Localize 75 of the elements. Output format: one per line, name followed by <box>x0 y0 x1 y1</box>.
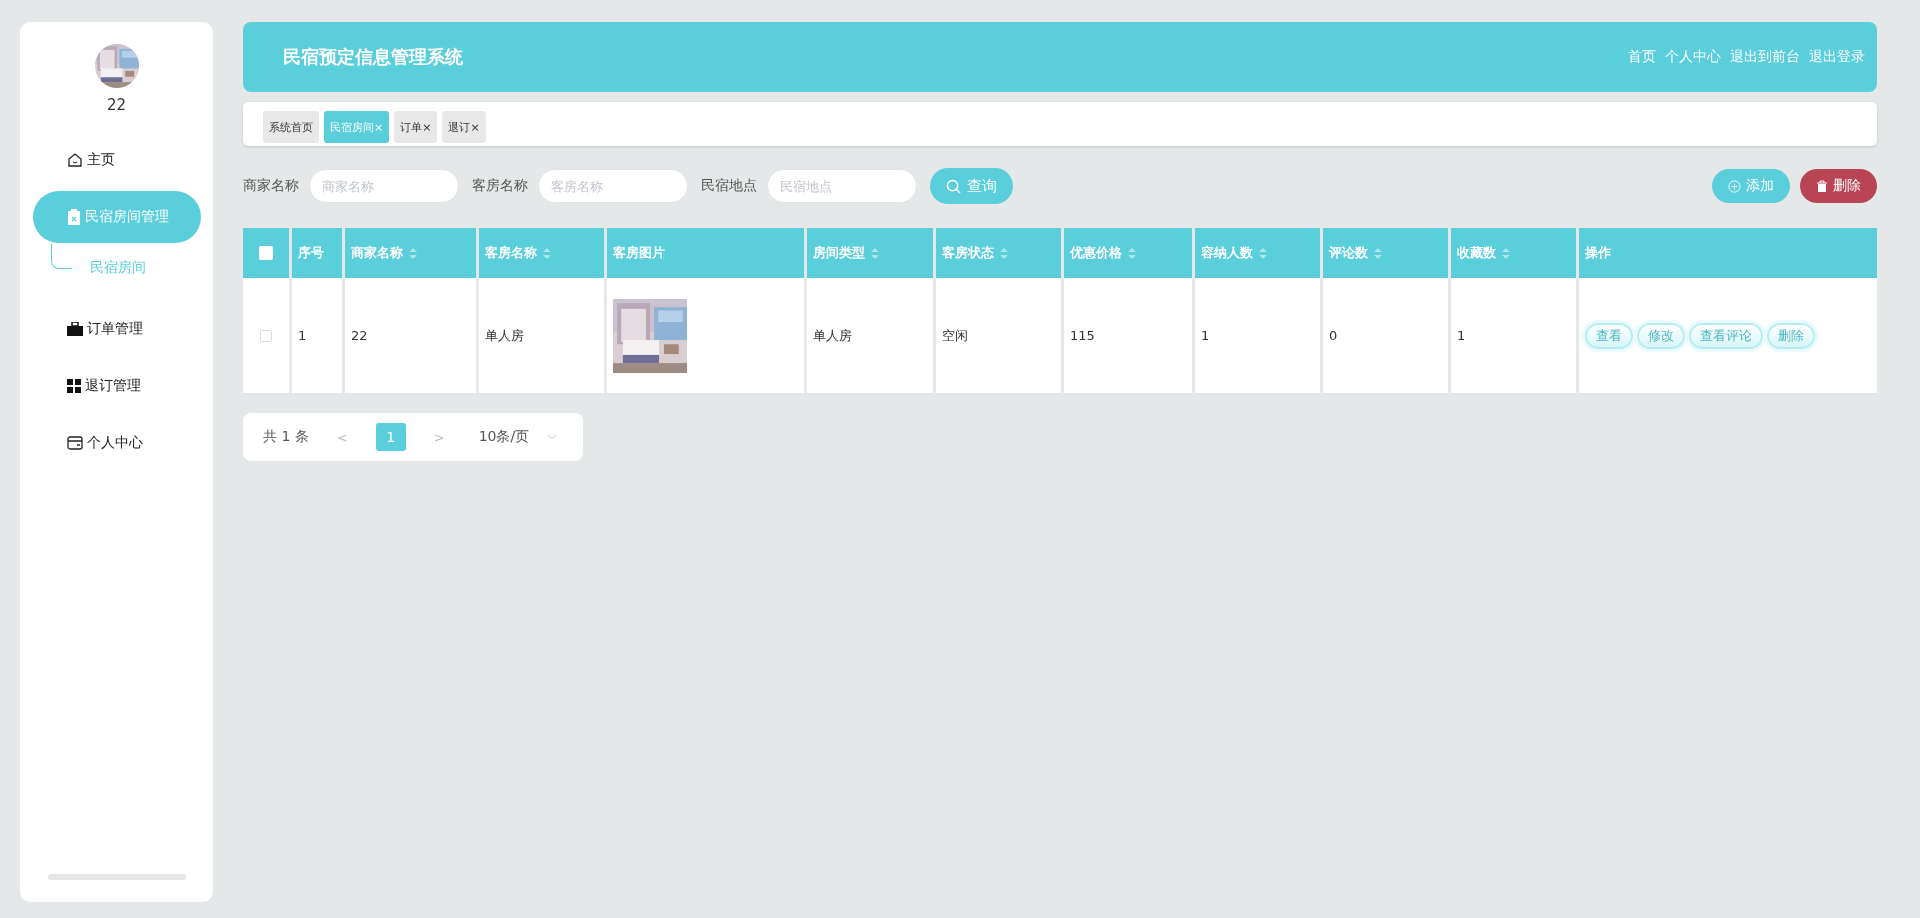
header-link[interactable]: 个人中心 <box>1665 48 1721 66</box>
search-field[interactable]: 商家名称 <box>309 169 459 203</box>
column-header[interactable]: 商家名称 <box>345 228 476 278</box>
page-button[interactable]: 1 <box>375 423 406 451</box>
chevron-down-icon <box>547 434 558 440</box>
column-header[interactable]: 优惠价格 <box>1064 228 1192 278</box>
field-label: 商家名称 <box>243 177 299 195</box>
sort-icon <box>543 247 551 259</box>
sort-icon <box>1000 247 1008 259</box>
field-label: 民宿地点 <box>701 177 757 195</box>
table-cell: 空闲 <box>936 278 1061 393</box>
user-name: 22 <box>106 96 127 114</box>
row-action-button[interactable]: 删除 <box>1767 322 1815 349</box>
tab[interactable]: 退订× <box>442 111 486 143</box>
tree-line <box>50 243 72 269</box>
column-header[interactable]: 容纳人数 <box>1195 228 1320 278</box>
menu-item[interactable]: 民宿房间管理 <box>32 191 201 243</box>
search-field[interactable]: 客房名称 <box>538 169 688 203</box>
sort-icon <box>409 247 417 259</box>
field-label: 客房名称 <box>472 177 528 195</box>
sort-icon <box>1502 247 1510 259</box>
sort-icon <box>871 247 879 259</box>
total-count: 共 1 条 <box>263 428 309 446</box>
tab[interactable]: 订单× <box>394 111 438 143</box>
column-header[interactable]: 客房状态 <box>936 228 1061 278</box>
delete-button[interactable]: 删除 <box>1800 169 1877 203</box>
tab[interactable]: 系统首页 <box>263 111 319 143</box>
table-cell: 1 <box>1451 278 1576 393</box>
sort-icon <box>1374 247 1382 259</box>
app-title: 民宿预定信息管理系统 <box>283 45 463 69</box>
header-link[interactable]: 退出到前台 <box>1730 48 1800 66</box>
sort-icon <box>1128 247 1136 259</box>
menu-item[interactable]: 个人中心 <box>32 417 201 469</box>
prev-page-button[interactable]: < <box>330 428 354 446</box>
table-cell: 1 <box>292 278 342 393</box>
sort-icon <box>1259 247 1267 259</box>
clipboard-icon <box>66 209 81 225</box>
table-cell: 115 <box>1064 278 1192 393</box>
briefcase-icon <box>66 322 83 336</box>
trash-icon <box>1816 179 1828 193</box>
checkbox[interactable] <box>259 246 273 260</box>
table-cell: 0 <box>1323 278 1448 393</box>
search-icon <box>946 178 961 194</box>
header-link[interactable]: 退出登录 <box>1809 48 1865 66</box>
column-header[interactable]: 客房名称 <box>479 228 604 278</box>
row-action-button[interactable]: 修改 <box>1637 322 1685 349</box>
table-cell: 1 <box>1195 278 1320 393</box>
menu-item[interactable]: 退订管理 <box>32 360 201 412</box>
grid-icon <box>66 379 81 393</box>
column-header[interactable]: 房间类型 <box>807 228 933 278</box>
table-cell: 22 <box>345 278 476 393</box>
plus-circle-icon <box>1728 179 1741 193</box>
row-action-button[interactable]: 查看 <box>1585 322 1633 349</box>
column-header[interactable]: 评论数 <box>1323 228 1448 278</box>
card-icon <box>66 436 83 450</box>
search-field[interactable]: 民宿地点 <box>767 169 917 203</box>
table-cell: 单人房 <box>807 278 933 393</box>
menu-item[interactable]: 订单管理 <box>32 303 201 355</box>
column-header: 序号 <box>292 228 342 278</box>
tab[interactable]: 民宿房间× <box>324 111 390 143</box>
add-button[interactable]: 添加 <box>1712 169 1790 203</box>
column-header[interactable]: 收藏数 <box>1451 228 1576 278</box>
column-header: 客房图片 <box>607 228 804 278</box>
next-page-button[interactable]: > <box>427 428 451 446</box>
header-link[interactable]: 首页 <box>1628 48 1656 66</box>
menu-item[interactable]: 主页 <box>32 134 201 186</box>
search-button[interactable]: 查询 <box>930 168 1013 204</box>
scrollbar[interactable] <box>47 874 186 880</box>
page-size-select[interactable]: 10条/页 <box>472 427 564 447</box>
submenu-item[interactable]: 民宿房间 <box>89 259 146 277</box>
column-header: 操作 <box>1579 228 1877 278</box>
home-icon <box>66 152 83 168</box>
table-cell: 单人房 <box>479 278 604 393</box>
checkbox[interactable] <box>260 329 272 342</box>
row-action-button[interactable]: 查看评论 <box>1689 322 1763 349</box>
